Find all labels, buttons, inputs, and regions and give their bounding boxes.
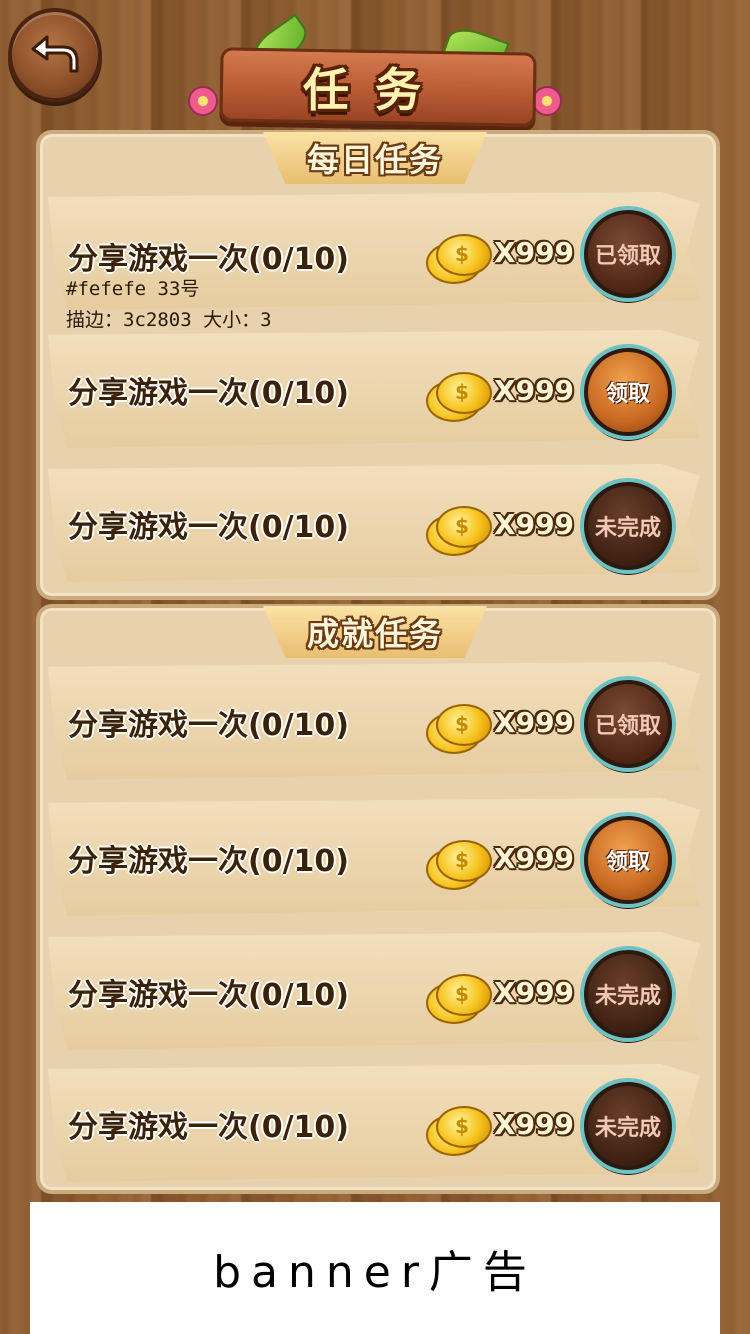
- task-label: 分享游戏一次(0/10): [68, 844, 350, 879]
- annotation-note: 描边：3c2803 大小：3: [66, 309, 272, 331]
- incomplete-button[interactable]: 未完成: [584, 482, 672, 570]
- achievement-tasks-heading-label: 成就任务: [306, 615, 443, 653]
- coin-icon: $$: [426, 1102, 492, 1156]
- coin-icon: $$: [426, 230, 492, 284]
- task-label: 分享游戏一次(0/10): [68, 1110, 350, 1145]
- task-row: 分享游戏一次(0/10) $$ X999 领取: [48, 330, 700, 448]
- banner-ad[interactable]: banner广告: [30, 1202, 720, 1334]
- reward-amount: X999: [494, 1108, 575, 1141]
- coin-icon: $$: [426, 970, 492, 1024]
- reward-amount: X999: [494, 706, 575, 739]
- task-label: 分享游戏一次(0/10): [68, 242, 350, 277]
- coin-icon: $$: [426, 836, 492, 890]
- claim-button[interactable]: 领取: [584, 816, 672, 904]
- incomplete-button[interactable]: 未完成: [584, 950, 672, 1038]
- back-arrow-icon: [31, 35, 79, 73]
- achievement-tasks-heading: 成就任务: [263, 606, 487, 658]
- task-row: 分享游戏一次(0/10) $$ X999 已领取: [48, 662, 700, 780]
- annotation-note: #fefefe 33号: [66, 278, 200, 300]
- task-label: 分享游戏一次(0/10): [68, 376, 350, 411]
- reward-amount: X999: [494, 236, 575, 269]
- daily-tasks-heading: 每日任务: [263, 132, 487, 184]
- reward-amount: X999: [494, 374, 575, 407]
- task-label: 分享游戏一次(0/10): [68, 978, 350, 1013]
- task-label: 分享游戏一次(0/10): [68, 510, 350, 545]
- daily-tasks-heading-label: 每日任务: [306, 141, 443, 179]
- coin-icon: $$: [426, 368, 492, 422]
- page-title: 任务: [303, 63, 447, 117]
- task-label: 分享游戏一次(0/10): [68, 708, 350, 743]
- incomplete-button[interactable]: 未完成: [584, 1082, 672, 1170]
- title-board: 任务: [188, 13, 562, 127]
- claimed-button[interactable]: 已领取: [584, 680, 672, 768]
- reward-amount: X999: [494, 508, 575, 541]
- claimed-button[interactable]: 已领取: [584, 210, 672, 298]
- reward-amount: X999: [494, 976, 575, 1009]
- reward-amount: X999: [494, 842, 575, 875]
- back-button[interactable]: [8, 8, 102, 102]
- task-row: 分享游戏一次(0/10) $$ X999 领取: [48, 798, 700, 916]
- claim-button[interactable]: 领取: [584, 348, 672, 436]
- banner-ad-label: banner广告: [213, 1247, 537, 1298]
- task-row: 分享游戏一次(0/10) $$ X999 未完成: [48, 464, 700, 582]
- task-row: 分享游戏一次(0/10) $$ X999 未完成: [48, 932, 700, 1050]
- task-row: 分享游戏一次(0/10) $$ X999 未完成: [48, 1064, 700, 1182]
- coin-icon: $$: [426, 700, 492, 754]
- coin-icon: $$: [426, 502, 492, 556]
